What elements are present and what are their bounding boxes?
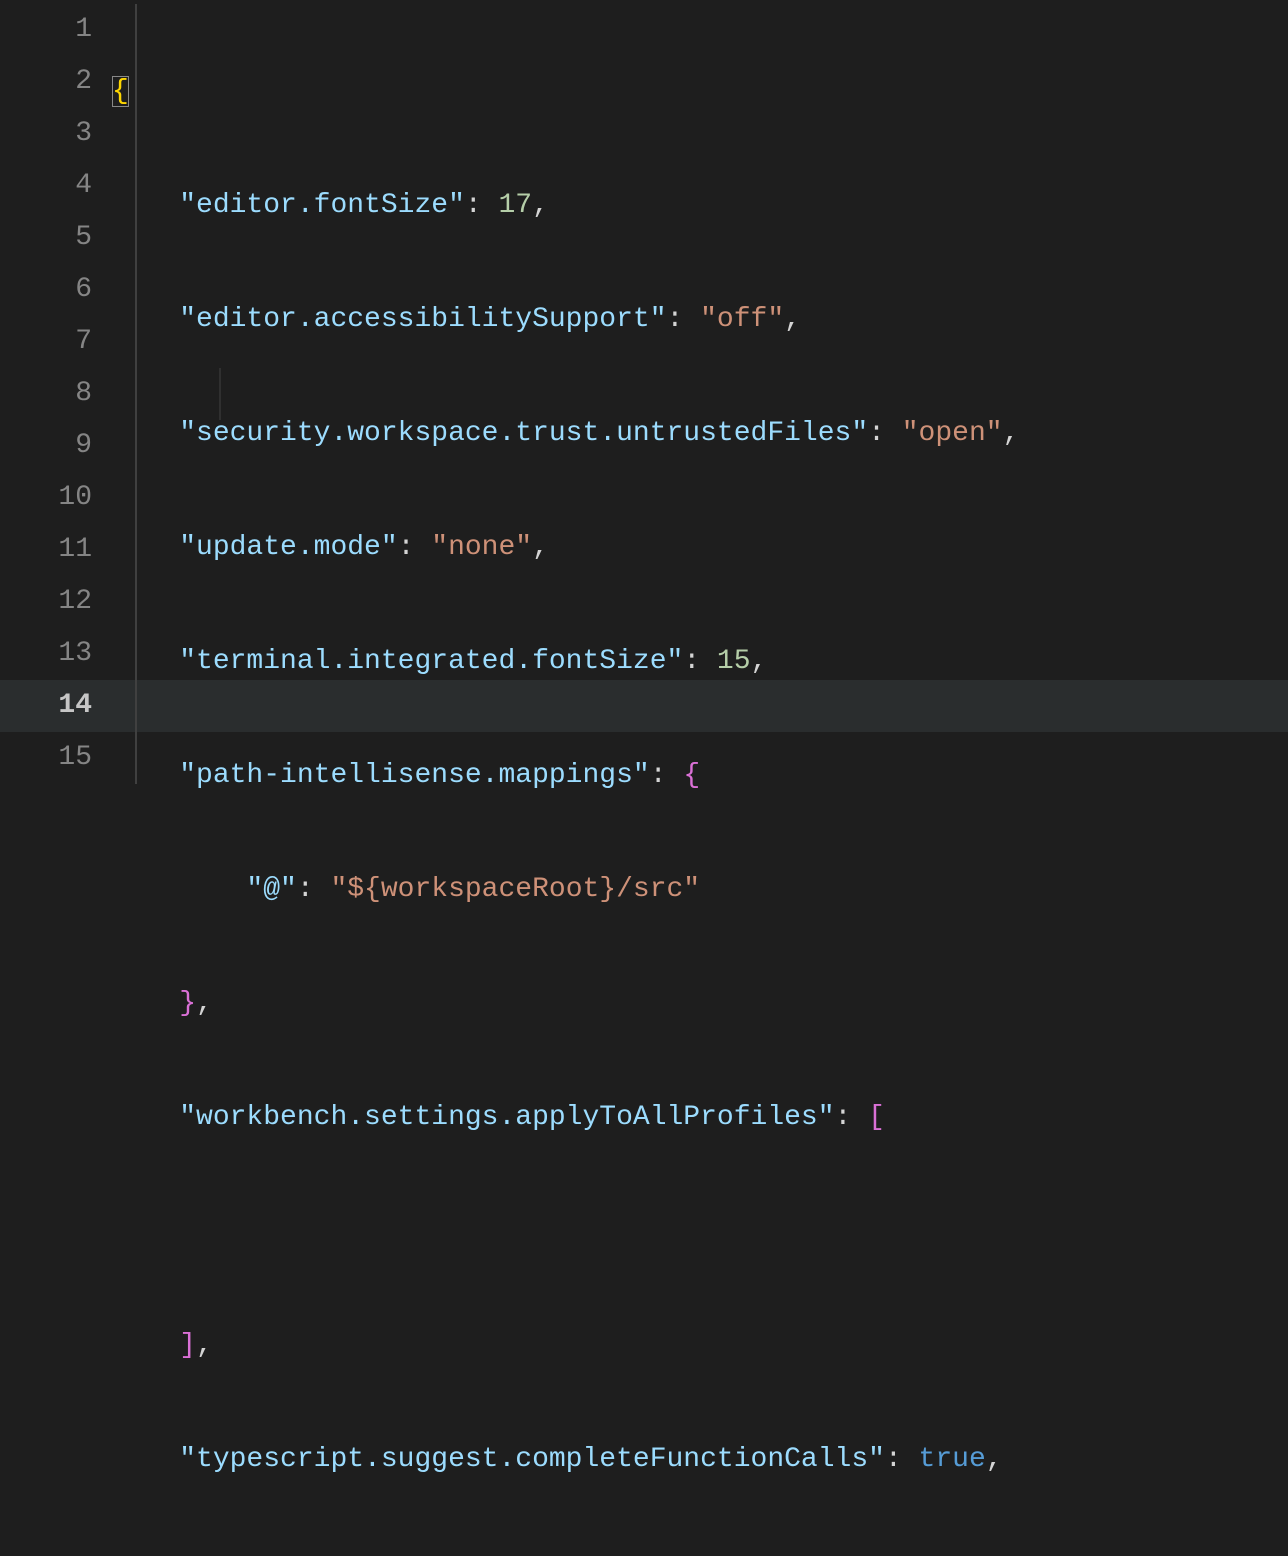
line-number: 4 xyxy=(20,160,92,212)
code-line[interactable] xyxy=(112,1206,1288,1258)
line-number: 11 xyxy=(20,524,92,576)
line-number: 2 xyxy=(20,56,92,108)
json-key: "path-intellisense.mappings" xyxy=(179,760,649,791)
json-key: "terminal.integrated.fontSize" xyxy=(179,646,683,677)
bracket-close: ] xyxy=(179,1330,196,1361)
line-number: 6 xyxy=(20,264,92,316)
code-line[interactable]: "editor.fontSize": 17, xyxy=(112,180,1288,232)
json-key: "@" xyxy=(246,874,296,905)
line-number: 12 xyxy=(20,576,92,628)
json-key: "typescript.suggest.completeFunctionCall… xyxy=(179,1444,885,1475)
json-key: "update.mode" xyxy=(179,532,397,563)
line-number: 9 xyxy=(20,420,92,472)
json-number: 17 xyxy=(498,190,532,221)
json-string: "open" xyxy=(902,418,1003,449)
code-editor[interactable]: 1 2 3 4 5 6 7 8 9 10 11 12 13 14 15 { "e… xyxy=(0,0,1288,778)
json-key: "editor.fontSize" xyxy=(179,190,465,221)
line-number: 1 xyxy=(20,4,92,56)
json-bool: true xyxy=(919,1444,986,1475)
json-number: 15 xyxy=(717,646,751,677)
code-line[interactable]: "javascript.suggest.completeFunctionCall… xyxy=(112,1548,1288,1556)
json-key: "workbench.settings.applyToAllProfiles" xyxy=(179,1102,834,1133)
code-line[interactable]: "path-intellisense.mappings": { xyxy=(112,750,1288,802)
code-line[interactable]: ], xyxy=(112,1320,1288,1372)
code-line[interactable]: "editor.accessibilitySupport": "off", xyxy=(112,294,1288,346)
code-line[interactable]: "security.workspace.trust.untrustedFiles… xyxy=(112,408,1288,460)
code-line[interactable]: }, xyxy=(112,978,1288,1030)
json-key: "editor.accessibilitySupport" xyxy=(179,304,666,335)
code-content[interactable]: { "editor.fontSize": 17, "editor.accessi… xyxy=(110,0,1288,778)
code-line[interactable]: { xyxy=(112,66,1288,118)
code-line[interactable]: "update.mode": "none", xyxy=(112,522,1288,574)
line-number: 15 xyxy=(20,732,92,784)
json-string: "none" xyxy=(431,532,532,563)
line-number: 3 xyxy=(20,108,92,160)
code-line[interactable]: "typescript.suggest.completeFunctionCall… xyxy=(112,1434,1288,1486)
code-line[interactable]: "@": "${workspaceRoot}/src" xyxy=(112,864,1288,916)
json-string: "off" xyxy=(700,304,784,335)
code-line[interactable]: "terminal.integrated.fontSize": 15, xyxy=(112,636,1288,688)
line-number-active: 14 xyxy=(20,680,92,732)
line-number: 13 xyxy=(20,628,92,680)
json-key: "security.workspace.trust.untrustedFiles… xyxy=(179,418,868,449)
line-number: 10 xyxy=(20,472,92,524)
brace-open: { xyxy=(683,760,700,791)
bracket-open: [ xyxy=(868,1102,885,1133)
line-number: 7 xyxy=(20,316,92,368)
line-number: 5 xyxy=(20,212,92,264)
code-line[interactable]: "workbench.settings.applyToAllProfiles":… xyxy=(112,1092,1288,1144)
brace-open: { xyxy=(112,76,129,107)
line-number: 8 xyxy=(20,368,92,420)
modified-gutter xyxy=(0,0,20,778)
brace-close: } xyxy=(179,988,196,1019)
json-string: "${workspaceRoot}/src" xyxy=(330,874,700,905)
line-number-gutter: 1 2 3 4 5 6 7 8 9 10 11 12 13 14 15 xyxy=(20,0,110,778)
